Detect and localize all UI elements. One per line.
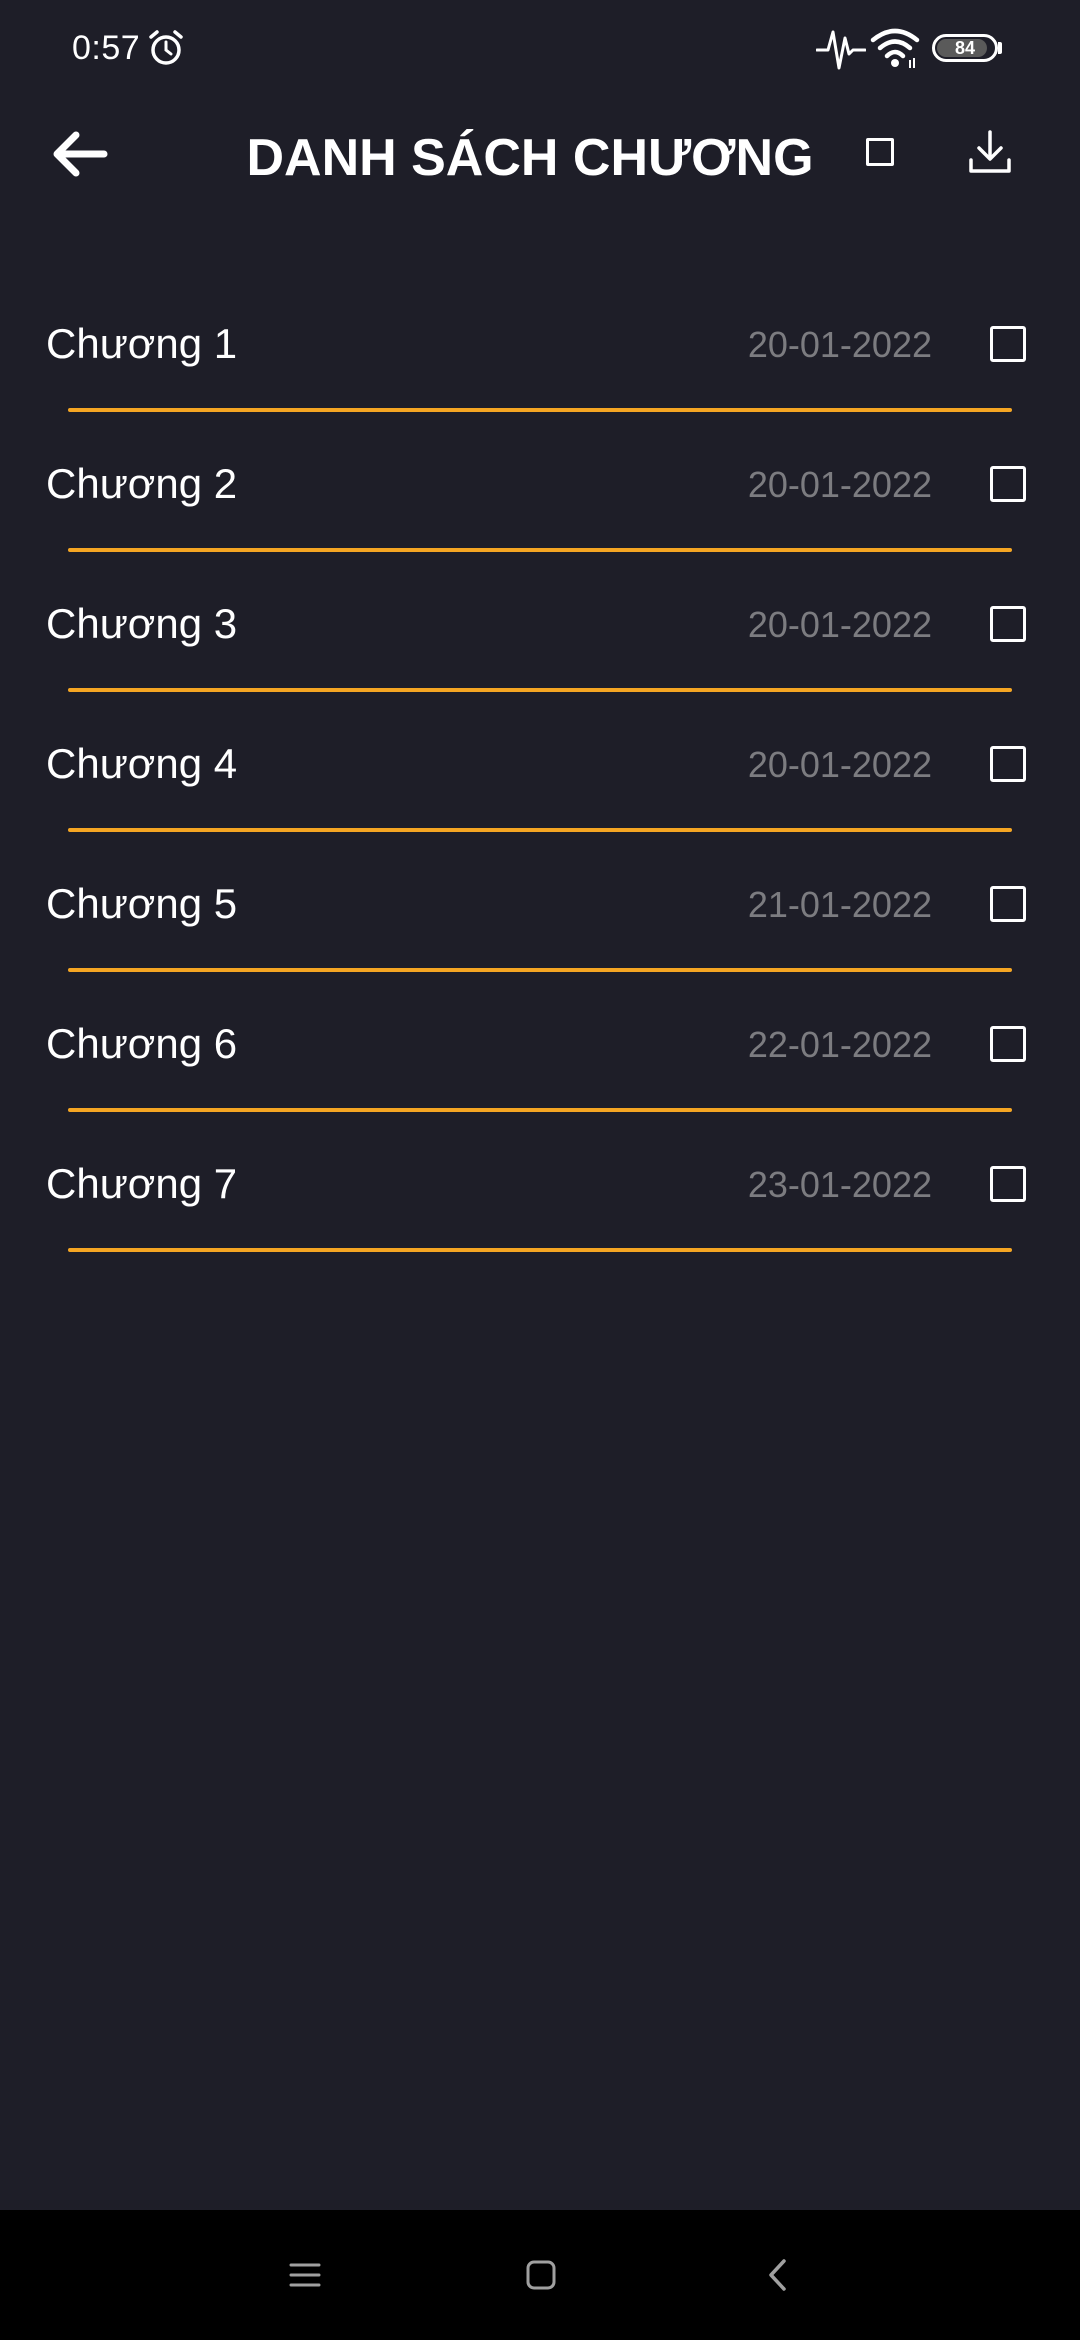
chapter-divider: [68, 688, 1012, 692]
chapter-row[interactable]: Chương 4 20-01-2022: [0, 716, 1080, 856]
chapter-checkbox[interactable]: [990, 466, 1026, 502]
chapter-name: Chương 5: [46, 880, 238, 927]
home-button[interactable]: [506, 2240, 576, 2310]
chapter-divider: [68, 1108, 1012, 1112]
chapter-date: 21-01-2022: [747, 884, 932, 925]
chapter-divider: [68, 968, 1012, 972]
chapter-row[interactable]: Chương 1 20-01-2022: [0, 296, 1080, 436]
back-arrow-icon: [53, 131, 108, 177]
chapter-checkbox[interactable]: [990, 1166, 1026, 1202]
chapter-date: 20-01-2022: [747, 604, 932, 645]
chapter-name: Chương 4: [46, 740, 238, 787]
chapter-date: 20-01-2022: [747, 324, 932, 365]
menu-icon: [289, 2263, 321, 2287]
chapter-name: Chương 3: [46, 600, 238, 647]
chapter-checkbox[interactable]: [990, 746, 1026, 782]
chapter-row[interactable]: Chương 2 20-01-2022: [0, 436, 1080, 576]
chapter-name: Chương 7: [46, 1160, 238, 1207]
app-bar: DANH SÁCH CHƯƠNG: [0, 96, 1080, 216]
battery-icon: 84: [932, 34, 998, 62]
back-button[interactable]: [40, 114, 120, 194]
chapter-divider: [68, 548, 1012, 552]
status-time: 0:57: [72, 29, 141, 67]
chapter-row[interactable]: Chương 3 20-01-2022: [0, 576, 1080, 716]
chapter-divider: [68, 828, 1012, 832]
chapter-row[interactable]: Chương 6 22-01-2022: [0, 996, 1080, 1136]
wifi-icon: [870, 26, 920, 70]
select-all-checkbox-icon: [866, 138, 894, 166]
heart-rate-icon: [815, 22, 867, 74]
chapter-row[interactable]: Chương 7 23-01-2022: [0, 1136, 1080, 1276]
download-icon: [969, 130, 1011, 173]
download-button[interactable]: [954, 116, 1026, 188]
chapter-name: Chương 2: [46, 460, 238, 507]
chapter-name: Chương 1: [46, 320, 238, 367]
system-back-button[interactable]: [743, 2240, 813, 2310]
chapter-checkbox[interactable]: [990, 1026, 1026, 1062]
chapter-date: 20-01-2022: [747, 744, 932, 785]
back-icon: [769, 2259, 786, 2291]
home-icon: [526, 2260, 556, 2290]
status-bar: 0:57 84: [0, 0, 1080, 96]
chapter-name: Chương 6: [46, 1020, 238, 1067]
chapter-list: Chương 1 20-01-2022 Chương 2 20-01-2022 …: [0, 296, 1080, 1276]
chapter-date: 22-01-2022: [747, 1024, 932, 1065]
select-all-button[interactable]: [848, 120, 912, 184]
chapter-checkbox[interactable]: [990, 886, 1026, 922]
nav-bar: [0, 2210, 1080, 2340]
chapter-date: 23-01-2022: [747, 1164, 932, 1205]
recent-apps-button[interactable]: [270, 2240, 340, 2310]
chapter-checkbox[interactable]: [990, 606, 1026, 642]
screen: 0:57 84 DANH SÁCH CHƯƠNG Chương 1 20-01-…: [0, 0, 1080, 2340]
battery-level: 84: [954, 38, 976, 58]
chapter-checkbox[interactable]: [990, 326, 1026, 362]
chapter-row[interactable]: Chương 5 21-01-2022: [0, 856, 1080, 996]
battery-tip: [998, 42, 1002, 54]
alarm-icon: [146, 28, 186, 68]
chapter-date: 20-01-2022: [747, 464, 932, 505]
chapter-divider: [68, 1248, 1012, 1252]
chapter-divider: [68, 408, 1012, 412]
page-title: DANH SÁCH CHƯƠNG: [246, 129, 814, 187]
